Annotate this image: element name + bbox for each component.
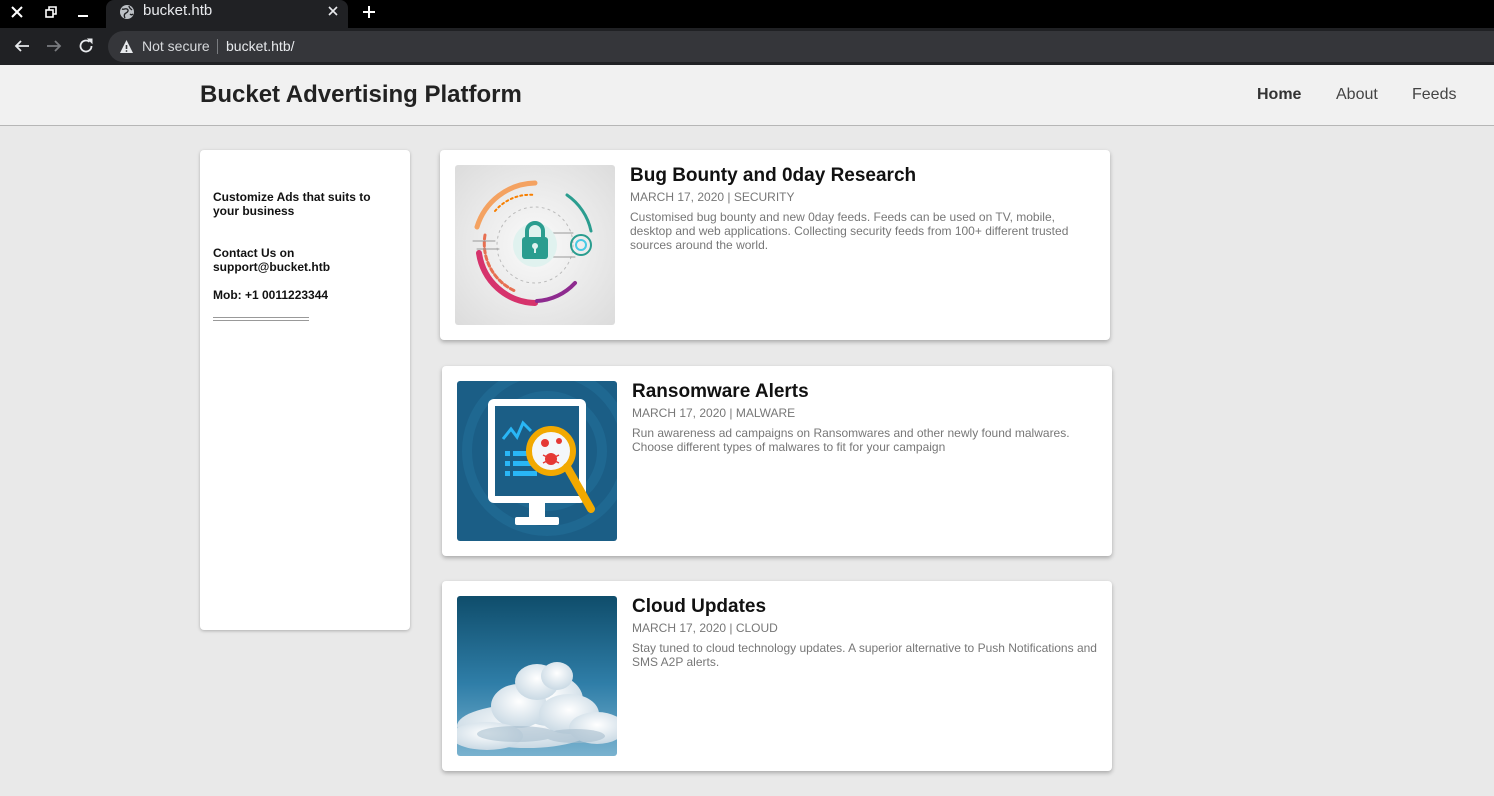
address-divider [217,39,218,54]
cloud-photo-image[interactable] [457,596,617,756]
nav-home-link[interactable]: Home [1257,86,1301,104]
close-window-icon[interactable] [4,0,30,24]
browser-tab[interactable]: bucket.htb [106,0,348,28]
post-title[interactable]: Ransomware Alerts [632,381,809,403]
minimize-window-icon[interactable] [70,0,96,24]
sidebar-mobile: Mob: +1 0011223344 [213,288,329,302]
site-brand[interactable]: Bucket Advertising Platform [200,81,522,109]
warning-icon [120,40,133,53]
not-secure-label[interactable]: Not secure [142,38,210,54]
site-header: Bucket Advertising Platform Home About F… [0,65,1494,126]
sidebar-divider [213,317,309,321]
nav-about-link[interactable]: About [1336,86,1378,104]
new-tab-plus-icon[interactable] [358,2,380,22]
post-excerpt: Customised bug bounty and new 0day feeds… [630,210,1069,252]
post-title[interactable]: Bug Bounty and 0day Research [630,165,916,187]
post-card-bug-bounty: Bug Bounty and 0day Research MARCH 17, 2… [440,150,1110,340]
post-meta: MARCH 17, 2020 | SECURITY [630,190,795,204]
back-arrow-icon[interactable] [10,34,34,58]
post-meta: MARCH 17, 2020 | MALWARE [632,406,796,420]
reload-icon[interactable] [74,34,98,58]
post-meta: MARCH 17, 2020 | CLOUD [632,621,778,635]
tab-close-icon[interactable] [324,2,342,20]
browser-toolbar: Not secure bucket.htb/ [0,28,1494,65]
post-card-cloud: Cloud Updates MARCH 17, 2020 | CLOUD Sta… [442,581,1112,771]
sidebar-tagline: Customize Ads that suits to your busines… [213,190,371,218]
browser-tab-bar: bucket.htb [0,0,1494,28]
post-title[interactable]: Cloud Updates [632,596,766,618]
restore-window-icon[interactable] [38,0,64,24]
address-bar[interactable]: Not secure bucket.htb/ [108,31,1494,62]
sidebar-contact: Contact Us on support@bucket.htb [213,246,331,274]
post-excerpt: Stay tuned to cloud technology updates. … [632,641,1097,669]
security-lock-image[interactable] [455,165,615,325]
nav-feeds-link[interactable]: Feeds [1412,86,1456,104]
sidebar-panel: Customize Ads that suits to your busines… [200,150,410,630]
forward-arrow-icon[interactable] [42,34,66,58]
malware-monitor-image[interactable] [457,381,617,541]
tab-title: bucket.htb [143,2,213,19]
url-text[interactable]: bucket.htb/ [226,38,295,54]
post-excerpt: Run awareness ad campaigns on Ransomware… [632,426,1070,454]
post-card-ransomware: Ransomware Alerts MARCH 17, 2020 | MALWA… [442,366,1112,556]
globe-icon [120,5,134,19]
